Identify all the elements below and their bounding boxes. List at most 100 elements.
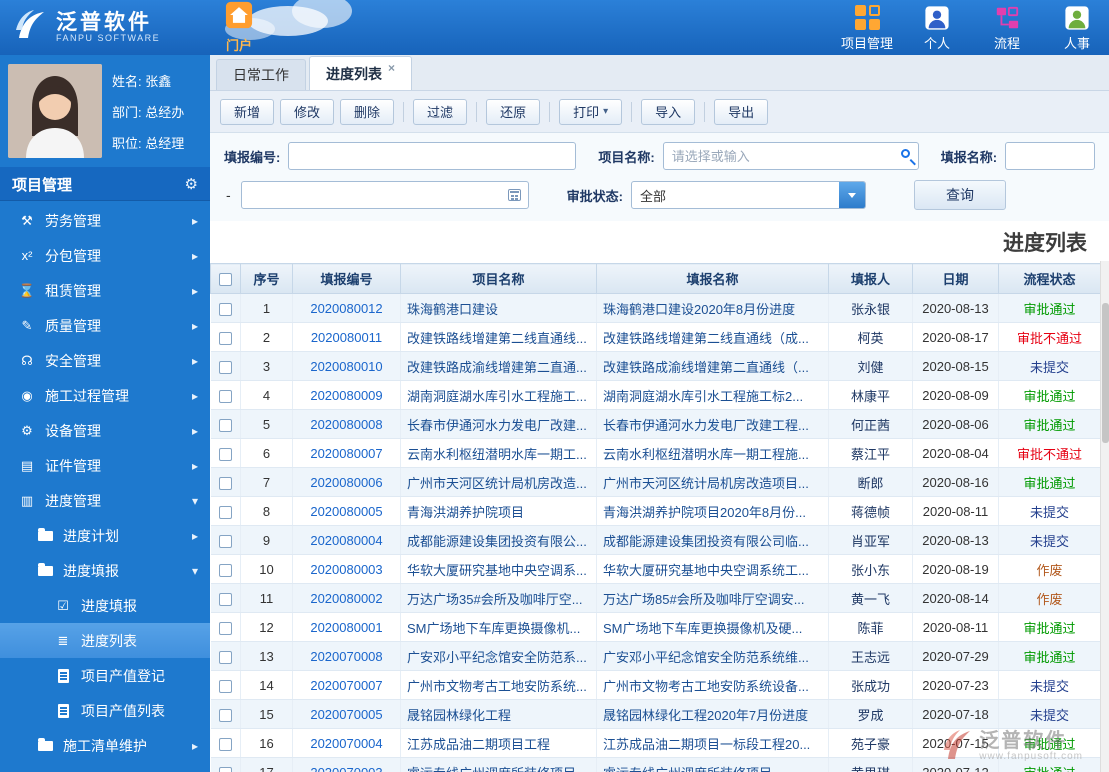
cell-report-name[interactable]: 湖南洞庭湖水库引水工程施工标2...	[596, 380, 829, 410]
cell-report-name[interactable]: 改建铁路线增建第二线直通线（成...	[596, 322, 829, 352]
tab-daily-work[interactable]: 日常工作	[216, 59, 306, 90]
row-checkbox[interactable]	[218, 563, 232, 577]
column-header[interactable]: 日期	[912, 263, 999, 294]
sidebar-item-construction-list-maintain[interactable]: 施工清单维护 ▸	[0, 728, 210, 763]
cell-project-name[interactable]: 华软大厦研究基地中央空调系...	[400, 554, 597, 584]
search-icon[interactable]	[900, 149, 910, 158]
cell-report-name[interactable]: 晟铭园林绿化工程2020年7月份进度	[596, 699, 829, 729]
cell-report-no[interactable]: 2020080003	[292, 554, 401, 584]
cell-report-no[interactable]: 2020080008	[292, 409, 401, 439]
export-button[interactable]: 导出	[714, 98, 769, 125]
cell-project-name[interactable]: 晟铭园林绿化工程	[400, 699, 597, 729]
cell-report-no[interactable]: 2020080010	[292, 351, 401, 381]
cell-project-name[interactable]: 广州市天河区统计局机房改造...	[400, 467, 597, 497]
sidebar-item-progress-plan[interactable]: 进度计划 ▸	[0, 518, 210, 553]
cell-project-name[interactable]: 云南水利枢纽潜明水库一期工...	[400, 438, 597, 468]
row-checkbox[interactable]	[218, 679, 232, 693]
sidebar-item-progress-fill[interactable]: 进度填报 ▾	[0, 553, 210, 588]
sidebar-item-construction-process[interactable]: ◉ 施工过程管理 ▸	[0, 378, 210, 413]
row-checkbox[interactable]	[218, 447, 232, 461]
column-header[interactable]: 流程状态	[998, 263, 1101, 294]
sidebar-item-quality[interactable]: ✎ 质量管理 ▸	[0, 308, 210, 343]
report-name-input[interactable]	[1005, 142, 1095, 170]
edit-button[interactable]: 修改	[280, 98, 335, 125]
filter-button[interactable]: 过滤	[413, 98, 468, 125]
cell-report-name[interactable]: 广安邓小平纪念馆安全防范系统维...	[596, 641, 829, 671]
cell-report-name[interactable]: 成都能源建设集团投资有限公司临...	[596, 525, 829, 555]
vertical-scrollbar[interactable]	[1100, 261, 1109, 772]
row-checkbox[interactable]	[218, 737, 232, 751]
import-button[interactable]: 导入	[641, 98, 696, 125]
cell-report-name[interactable]: 青海洪湖养护院项目2020年8月份...	[596, 496, 829, 526]
nav-personal[interactable]: 个人	[907, 4, 967, 52]
cell-project-name[interactable]: 万达广场35#会所及咖啡厅空...	[400, 583, 597, 613]
cell-project-name[interactable]: 广州市文物考古工地安防系统...	[400, 670, 597, 700]
sidebar-item-certificate[interactable]: ▤ 证件管理 ▸	[0, 448, 210, 483]
cell-report-name[interactable]: 华软大厦研究基地中央空调系统工...	[596, 554, 829, 584]
restore-button[interactable]: 还原	[486, 98, 541, 125]
row-checkbox[interactable]	[218, 302, 232, 316]
cell-project-name[interactable]: 长春市伊通河水力发电厂改建...	[400, 409, 597, 439]
cell-report-no[interactable]: 2020080011	[292, 322, 401, 352]
cell-report-name[interactable]: 长春市伊通河水力发电厂改建工程...	[596, 409, 829, 439]
column-header[interactable]: 填报人	[828, 263, 913, 294]
cell-report-no[interactable]: 2020080005	[292, 496, 401, 526]
date-input[interactable]	[240, 181, 529, 209]
cell-report-no[interactable]: 2020080002	[292, 583, 401, 613]
cell-report-no[interactable]: 2020070008	[292, 641, 401, 671]
project-name-input[interactable]	[662, 142, 919, 170]
cell-project-name[interactable]: 珠海鹤港口建设	[400, 293, 597, 323]
sidebar-item-subcontract[interactable]: x² 分包管理 ▸	[0, 238, 210, 273]
sidebar-item-progress[interactable]: ▥ 进度管理 ▾	[0, 483, 210, 518]
cell-project-name[interactable]: 改建铁路线增建第二线直通线...	[400, 322, 597, 352]
cell-report-name[interactable]: 睿运专线广州调度所装修项目	[596, 757, 829, 772]
approval-status-select[interactable]: 全部	[631, 181, 867, 209]
sidebar-item-labor[interactable]: ⚒ 劳务管理 ▸	[0, 203, 210, 238]
row-checkbox[interactable]	[218, 418, 232, 432]
sidebar-item-output-list[interactable]: 项目产值列表	[0, 693, 210, 728]
cell-report-no[interactable]: 2020080007	[292, 438, 401, 468]
row-checkbox[interactable]	[218, 708, 232, 722]
nav-process[interactable]: 流程	[977, 4, 1037, 52]
calendar-icon[interactable]	[507, 189, 521, 201]
row-checkbox[interactable]	[218, 505, 232, 519]
column-header[interactable]: 项目名称	[400, 263, 597, 294]
cell-report-name[interactable]: 改建铁路成渝线增建第二直通线（...	[596, 351, 829, 381]
row-checkbox[interactable]	[218, 766, 232, 772]
sidebar-section-project-management[interactable]: 项目管理 ⚙	[0, 167, 210, 201]
cell-report-no[interactable]: 2020080006	[292, 467, 401, 497]
cell-report-no[interactable]: 2020080004	[292, 525, 401, 555]
nav-project-management[interactable]: 项目管理	[837, 4, 897, 52]
nav-portal[interactable]: 门户	[210, 1, 268, 54]
sidebar-item-lease[interactable]: ⌛ 租赁管理 ▸	[0, 273, 210, 308]
cell-report-no[interactable]: 2020080001	[292, 612, 401, 642]
select-caret-icon[interactable]	[839, 182, 866, 208]
cell-project-name[interactable]: 改建铁路成渝线增建第二直通...	[400, 351, 597, 381]
cell-project-name[interactable]: 青海洪湖养护院项目	[400, 496, 597, 526]
sidebar-item-output-register[interactable]: 项目产值登记	[0, 658, 210, 693]
cell-project-name[interactable]: 广安邓小平纪念馆安全防范系...	[400, 641, 597, 671]
sidebar-item-progress-fill-form[interactable]: ☑ 进度填报	[0, 588, 210, 623]
scrollbar-thumb[interactable]	[1102, 303, 1109, 443]
gear-icon[interactable]: ⚙	[185, 175, 198, 193]
sidebar-item-progress-list[interactable]: ≣ 进度列表	[0, 623, 210, 658]
cell-project-name[interactable]: 睿运专线广州调度所装修项目	[400, 757, 597, 772]
cell-report-no[interactable]: 2020070004	[292, 728, 401, 758]
cell-report-no[interactable]: 2020080009	[292, 380, 401, 410]
cell-report-name[interactable]: 万达广场85#会所及咖啡厅空调安...	[596, 583, 829, 613]
cell-report-name[interactable]: 珠海鹤港口建设2020年8月份进度	[596, 293, 829, 323]
cell-project-name[interactable]: 成都能源建设集团投资有限公...	[400, 525, 597, 555]
sidebar-item-equipment[interactable]: ⚙ 设备管理 ▸	[0, 413, 210, 448]
row-checkbox[interactable]	[218, 621, 232, 635]
cell-report-name[interactable]: 广州市天河区统计局机房改造项目...	[596, 467, 829, 497]
cell-report-no[interactable]: 2020070003	[292, 757, 401, 772]
cell-project-name[interactable]: 江苏成品油二期项目工程	[400, 728, 597, 758]
row-checkbox[interactable]	[218, 650, 232, 664]
query-button[interactable]: 查询	[914, 180, 1007, 210]
cell-report-name[interactable]: 江苏成品油二期项目一标段工程20...	[596, 728, 829, 758]
cell-report-no[interactable]: 2020070007	[292, 670, 401, 700]
cell-report-name[interactable]: SM广场地下车库更换摄像机及硬...	[596, 612, 829, 642]
close-icon[interactable]: ×	[388, 61, 395, 75]
row-checkbox[interactable]	[218, 389, 232, 403]
select-all-checkbox[interactable]	[219, 273, 232, 287]
